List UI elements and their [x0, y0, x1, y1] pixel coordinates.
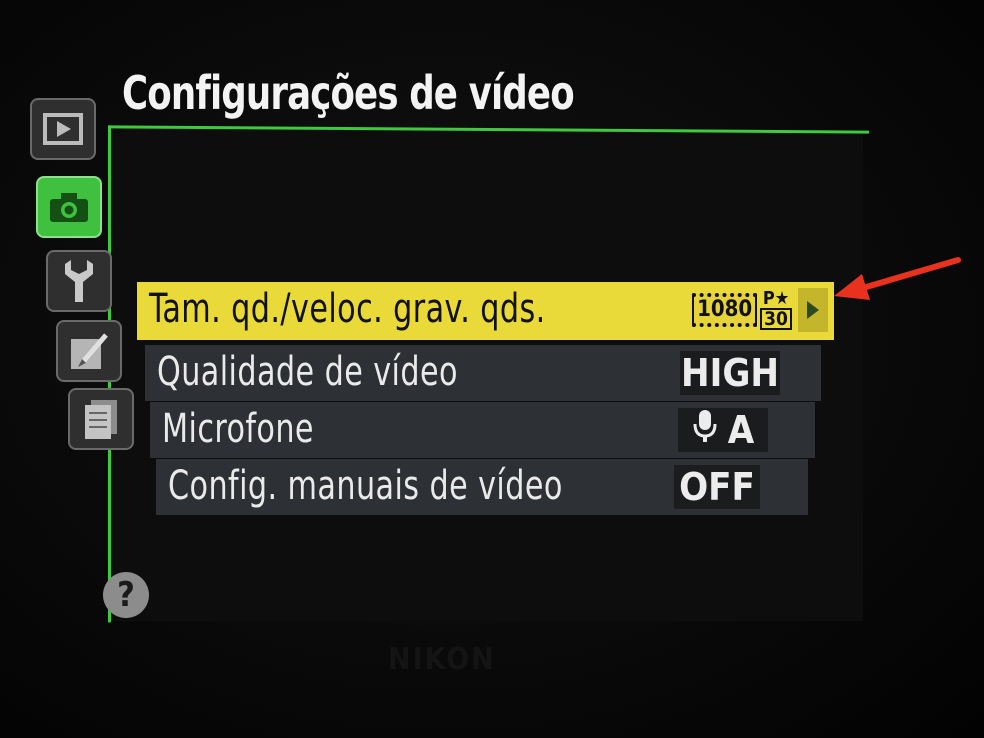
- video-quality-value: HIGH: [680, 351, 780, 395]
- my-menu-icon: [81, 397, 121, 441]
- tab-my-menu[interactable]: [68, 388, 134, 450]
- camera-brand-logo: NIKON: [388, 642, 496, 677]
- tab-playback[interactable]: [30, 98, 96, 160]
- tab-setup[interactable]: [46, 250, 112, 312]
- framerate-badge: P★ 30: [760, 290, 792, 330]
- camera-icon: [47, 190, 91, 224]
- manual-movie-settings-value: OFF: [674, 465, 760, 509]
- microphone-value: A: [678, 408, 768, 452]
- camera-lcd-screen: Configurações de vídeo ? Tam. qd./veloc.…: [0, 0, 984, 738]
- menu-item-label: Config. manuais de vídeo: [168, 463, 563, 509]
- menu-item-microphone[interactable]: Microfone A: [150, 402, 815, 458]
- menu-item-manual-movie-settings[interactable]: Config. manuais de vídeo OFF: [156, 459, 808, 515]
- help-label: ?: [117, 575, 135, 615]
- submenu-arrow-icon[interactable]: [798, 288, 828, 332]
- red-arrow-icon: [826, 250, 966, 314]
- microphone-icon: [692, 408, 718, 453]
- wrench-icon: [59, 256, 99, 306]
- menu-item-label: Qualidade de vídeo: [157, 349, 458, 395]
- menu-item-video-quality[interactable]: Qualidade de vídeo HIGH: [145, 345, 821, 401]
- menu-item-frame-size-rate[interactable]: Tam. qd./veloc. grav. qds. 1080 P★ 30: [137, 282, 834, 340]
- retouch-icon: [68, 329, 110, 373]
- tab-shooting[interactable]: [36, 176, 102, 238]
- resolution-badge: 1080: [692, 293, 758, 327]
- frame-size-rate-value: 1080 P★ 30: [692, 288, 792, 332]
- help-button[interactable]: ?: [103, 572, 149, 618]
- menu-item-label: Tam. qd./veloc. grav. qds.: [149, 286, 546, 332]
- playback-icon: [43, 112, 83, 146]
- menu-item-label: Microfone: [162, 406, 314, 452]
- page-title: Configurações de vídeo: [122, 66, 575, 120]
- tab-retouch[interactable]: [56, 320, 122, 382]
